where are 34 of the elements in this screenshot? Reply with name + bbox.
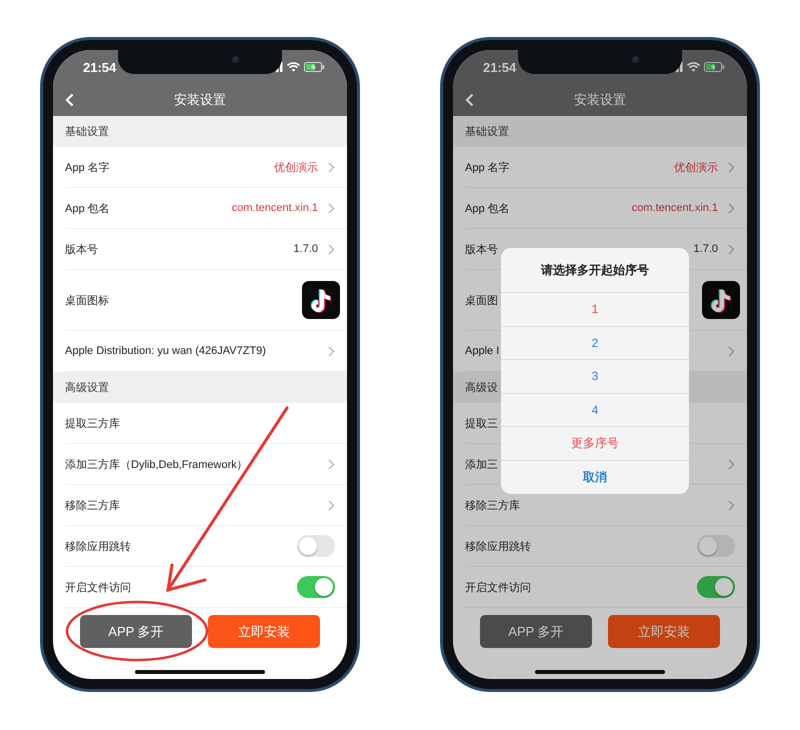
- row-label: 移除三方库: [65, 498, 121, 512]
- section-header: 基础设置: [453, 116, 747, 147]
- row-value: 优创演示: [674, 160, 718, 174]
- dialog-title: 请选择多开起始序号: [501, 248, 689, 293]
- row-label: App 名字: [465, 160, 511, 174]
- row-label: Apple I: [465, 345, 500, 357]
- row-value: 1.7.0: [694, 243, 718, 255]
- screen-title: 安装设置: [174, 91, 226, 109]
- row-label: 提取三: [465, 416, 499, 430]
- row-value: 优创演示: [274, 160, 318, 174]
- row-label: 添加三: [465, 458, 499, 472]
- row-value: 1.7.0: [294, 243, 318, 255]
- row-label: App 包名: [465, 202, 511, 216]
- screen-title: 安装设置: [574, 91, 626, 109]
- row-label: 开启文件访问: [465, 580, 532, 594]
- section-header: 高级设置: [53, 372, 347, 403]
- row-value: com.tencent.xin.1: [632, 202, 718, 214]
- row-label: Apple Distribution: yu wan (426JAV7ZT9): [65, 345, 267, 357]
- row-label: App 包名: [65, 202, 111, 216]
- row-label: 移除应用跳转: [65, 540, 132, 554]
- row-label: 提取三方库: [65, 416, 121, 430]
- status-time: 21:54: [483, 60, 516, 74]
- row-value: com.tencent.xin.1: [232, 202, 318, 214]
- row-label: 版本号: [465, 242, 499, 256]
- section-header: 基础设置: [53, 116, 347, 147]
- row-label: 移除三方库: [465, 498, 521, 512]
- row-label: 添加三方库（Dylib,Deb,Framework）: [65, 458, 249, 472]
- row-label: 版本号: [65, 242, 99, 256]
- row-label: 桌面图标: [65, 294, 110, 308]
- row-label: 桌面图: [465, 294, 499, 308]
- row-label: 移除应用跳转: [465, 540, 532, 554]
- row-label: 开启文件访问: [65, 580, 132, 594]
- status-time: 21:54: [83, 60, 116, 74]
- row-label: App 名字: [65, 160, 111, 174]
